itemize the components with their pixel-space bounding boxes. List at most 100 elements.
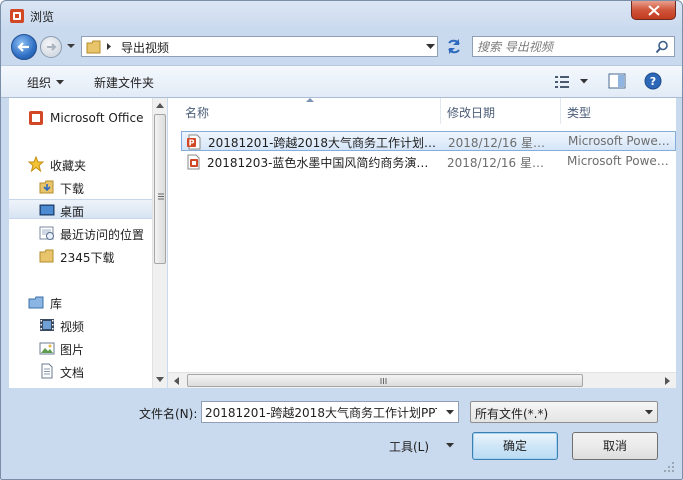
- filetype-select[interactable]: 所有文件(*.*): [470, 401, 658, 423]
- scroll-right-icon[interactable]: [665, 377, 670, 385]
- nav-item-desktop[interactable]: 桌面: [9, 199, 152, 219]
- nav-item-2345-downloads[interactable]: 2345下载: [9, 246, 152, 266]
- file-name: 20181201-跨越2018大气商务工作计划PPT模板: [208, 136, 436, 150]
- window-title: 浏览: [30, 10, 55, 24]
- refresh-icon[interactable]: [443, 36, 465, 57]
- chevron-down-icon[interactable]: [446, 410, 454, 415]
- filename-label: 文件名(N):: [139, 407, 198, 421]
- office-icon: [29, 111, 43, 125]
- browse-dialog: 浏览 导出视频 组织 新建文件夹 ? Microsoft Office: [0, 0, 683, 480]
- office-file-icon: [187, 154, 200, 170]
- view-dropdown-icon[interactable]: [580, 79, 588, 84]
- file-row[interactable]: 20181203-蓝色水墨中国风简约商务演示PPT模板 2018/12/16 星…: [181, 152, 676, 172]
- recent-places-icon: [39, 226, 54, 240]
- scrollbar-thumb[interactable]: [187, 374, 583, 387]
- nav-item-microsoft-office[interactable]: Microsoft Office: [9, 108, 152, 128]
- nav-label: 库: [50, 297, 63, 311]
- grip-icon: [158, 193, 164, 200]
- nav-item-videos[interactable]: 视频: [9, 315, 152, 335]
- svg-text:?: ?: [650, 75, 656, 88]
- new-folder-button[interactable]: 新建文件夹: [94, 74, 154, 91]
- nav-label: 最近访问的位置: [60, 228, 145, 242]
- title-bar[interactable]: 浏览: [1, 1, 682, 31]
- column-header-type[interactable]: 类型: [561, 98, 676, 124]
- pictures-icon: [39, 342, 55, 355]
- file-type: Microsoft PowerPoint: [567, 154, 673, 168]
- documents-icon: [41, 363, 53, 379]
- library-icon: [28, 296, 44, 309]
- breadcrumb-current[interactable]: 导出视频: [121, 39, 169, 56]
- file-type: Microsoft PowerPoint: [568, 134, 674, 148]
- file-name: 20181203-蓝色水墨中国风简约商务演示PPT模板: [207, 156, 435, 170]
- navigation-pane: Microsoft Office 收藏夹 下载 桌面 最近访问的位置 2345下…: [9, 98, 152, 388]
- preview-pane-icon[interactable]: [608, 73, 626, 89]
- column-header-name[interactable]: 名称: [168, 98, 440, 124]
- close-icon: [648, 5, 660, 16]
- arrow-right-icon: [47, 43, 57, 51]
- tools-dropdown-icon[interactable]: [446, 443, 454, 448]
- file-date: 2018/12/16 星期日: [448, 136, 556, 150]
- grip-icon: [380, 378, 387, 384]
- powerpoint-file-icon: P: [187, 134, 201, 150]
- filename-input[interactable]: [205, 404, 437, 420]
- back-button[interactable]: [11, 34, 37, 60]
- help-icon[interactable]: ?: [644, 72, 662, 90]
- nav-label: Microsoft Office: [50, 111, 144, 125]
- nav-item-pictures[interactable]: 图片: [9, 338, 152, 358]
- address-bar[interactable]: 导出视频: [81, 36, 438, 57]
- file-row[interactable]: P 20181201-跨越2018大气商务工作计划PPT模板 2018/12/1…: [181, 131, 676, 151]
- cancel-button[interactable]: 取消: [572, 432, 658, 460]
- organize-label: 组织: [27, 76, 52, 90]
- command-toolbar: 组织 新建文件夹 ?: [1, 65, 682, 98]
- nav-label: 文档: [60, 366, 85, 380]
- column-header-date[interactable]: 修改日期: [441, 98, 560, 124]
- column-type-label: 类型: [567, 106, 592, 120]
- nav-item-documents[interactable]: 文档: [9, 361, 152, 381]
- recent-pages-chevron-icon[interactable]: [66, 42, 76, 50]
- navigation-scrollbar[interactable]: [152, 98, 167, 388]
- nav-item-libraries[interactable]: 库: [9, 292, 152, 312]
- office-app-icon: [10, 9, 24, 23]
- video-icon: [40, 319, 54, 331]
- nav-label: 图片: [60, 343, 85, 357]
- ok-button[interactable]: 确定: [472, 432, 558, 460]
- scroll-down-icon[interactable]: [156, 377, 164, 382]
- nav-label: 下载: [60, 182, 85, 196]
- organize-button[interactable]: 组织: [27, 74, 65, 91]
- search-icon[interactable]: [655, 40, 669, 54]
- file-list-scrollbar[interactable]: [168, 372, 676, 388]
- download-folder-icon: [39, 180, 54, 194]
- chevron-down-icon: [645, 410, 653, 415]
- forward-button[interactable]: [40, 36, 62, 58]
- search-input[interactable]: [477, 38, 647, 55]
- chevron-down-icon: [56, 80, 65, 85]
- breadcrumb-chevron-icon[interactable]: [105, 42, 113, 51]
- file-list: 名称 修改日期 类型 P 20181201-跨越2018大气商务工作计划PPT模…: [168, 98, 676, 388]
- arrow-left-icon: [17, 42, 29, 52]
- column-date-label: 修改日期: [447, 106, 496, 120]
- nav-label: 2345下载: [60, 251, 115, 265]
- folder-icon: [86, 40, 101, 54]
- nav-label: 收藏夹: [50, 159, 87, 173]
- close-button[interactable]: [631, 1, 676, 20]
- resize-grip-icon[interactable]: [663, 461, 675, 473]
- tools-button[interactable]: 工具(L): [389, 438, 429, 455]
- nav-item-downloads[interactable]: 下载: [9, 177, 152, 197]
- nav-item-favorites[interactable]: 收藏夹: [9, 154, 152, 174]
- column-name-label: 名称: [185, 106, 210, 120]
- folder-icon: [39, 249, 54, 263]
- view-options-icon[interactable]: [554, 74, 572, 90]
- nav-label: 视频: [60, 320, 85, 334]
- search-box[interactable]: [472, 36, 675, 57]
- nav-item-recent-places[interactable]: 最近访问的位置: [9, 223, 152, 243]
- scroll-left-icon[interactable]: [174, 377, 179, 385]
- filename-combobox[interactable]: [201, 401, 459, 423]
- star-icon: [28, 156, 44, 172]
- svg-text:P: P: [189, 139, 195, 148]
- scrollbar-thumb[interactable]: [154, 114, 166, 264]
- scroll-up-icon[interactable]: [156, 103, 164, 108]
- desktop-icon: [39, 204, 55, 216]
- file-date: 2018/12/16 星期日: [447, 156, 555, 170]
- address-dropdown-icon[interactable]: [426, 44, 435, 50]
- filetype-value: 所有文件(*.*): [475, 407, 549, 421]
